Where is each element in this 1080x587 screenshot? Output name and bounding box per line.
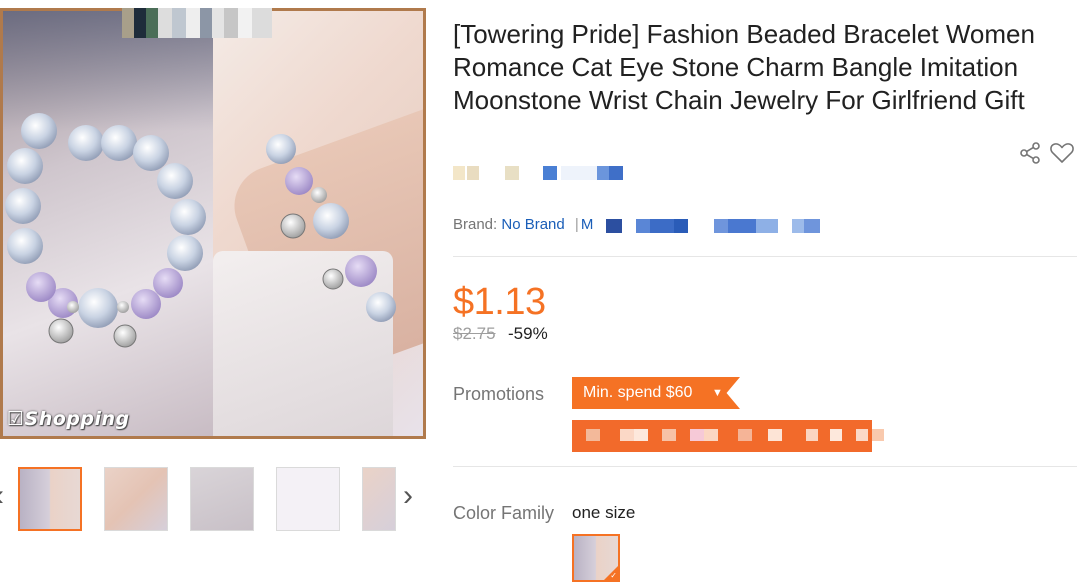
image-watermark: ☑Shopping <box>7 408 130 430</box>
color-family-label: Color Family <box>453 503 555 523</box>
censored-brand-link <box>606 219 820 233</box>
brand-separator: | <box>574 216 579 233</box>
thumbnail-item[interactable] <box>104 467 168 531</box>
product-title: [Towering Pride] Fashion Beaded Bracelet… <box>453 19 1035 115</box>
chevron-left-icon[interactable]: ‹ <box>0 481 4 511</box>
heart-icon[interactable] <box>1049 141 1075 165</box>
brand-label: Brand: <box>453 216 498 233</box>
share-icon[interactable] <box>1018 141 1042 165</box>
color-option-swatch[interactable]: ✓ <box>572 534 620 582</box>
thumbnail-item[interactable] <box>18 467 82 531</box>
chevron-down-icon: ▼ <box>712 387 723 399</box>
promotion-tag-text: Min. spend $60 <box>583 384 693 401</box>
section-divider <box>453 256 1077 257</box>
more-from-brand-link[interactable]: M <box>581 216 594 233</box>
main-product-image[interactable]: ☑Shopping <box>0 8 426 439</box>
promotions-label: Promotions <box>453 384 545 404</box>
thumbnail-item[interactable] <box>276 467 340 531</box>
promotion-voucher-tag[interactable]: Min. spend $60 ▼ <box>572 377 740 409</box>
bracelet-illustration <box>5 113 396 348</box>
censored-ratings <box>453 166 623 180</box>
censored-pixel-strip <box>122 8 272 38</box>
brand-row: Brand: No Brand | M <box>453 216 593 233</box>
chevron-right-icon[interactable]: › <box>403 481 413 511</box>
brand-link[interactable]: No Brand <box>501 216 564 233</box>
checkmark-icon: ✓ <box>610 571 617 580</box>
thumbnail-strip: ‹ › <box>0 463 426 537</box>
current-price: $1.13 <box>453 281 546 323</box>
original-price: $2.75 <box>453 324 496 343</box>
section-divider <box>453 466 1077 467</box>
discount-percentage: -59% <box>508 324 548 343</box>
thumbnail-item[interactable] <box>362 467 396 531</box>
thumbnail-item[interactable] <box>190 467 254 531</box>
color-family-value: one size <box>572 503 636 522</box>
censored-promotion-banner <box>572 420 896 452</box>
